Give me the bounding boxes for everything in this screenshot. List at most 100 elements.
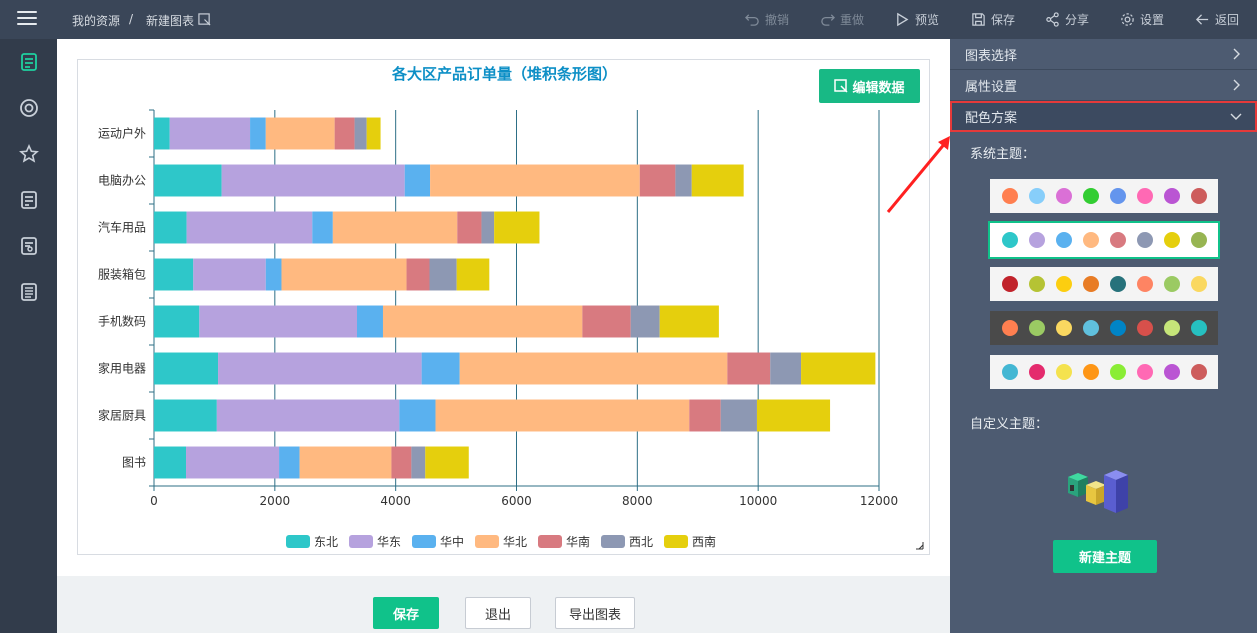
- system-themes-label: 系统主题：: [970, 147, 1036, 162]
- theme-option-2[interactable]: [988, 221, 1220, 259]
- back-button[interactable]: 返回: [1195, 11, 1239, 28]
- bar-segment: [216, 399, 400, 432]
- bar-segment: [169, 117, 251, 150]
- breadcrumb-root[interactable]: 我的资源: [72, 12, 120, 29]
- theme-color-swatch: [1109, 320, 1126, 336]
- settings-button[interactable]: 设置: [1120, 11, 1164, 28]
- legend-swatch: [412, 535, 436, 548]
- theme-option-5[interactable]: [990, 355, 1218, 389]
- bar-segment: [332, 211, 458, 244]
- legend-label: 东北: [314, 535, 338, 549]
- bar-segment: [357, 305, 383, 338]
- star-icon: [18, 144, 39, 163]
- left-sidebar: [0, 39, 57, 633]
- bar-segment: [218, 352, 422, 385]
- theme-color-swatch: [1190, 276, 1207, 292]
- sidebar-item-chart[interactable]: [0, 39, 57, 85]
- bar-segment: [406, 258, 430, 291]
- x-tick-label: 4000: [380, 494, 411, 508]
- share-button[interactable]: 分享: [1045, 11, 1089, 28]
- bar-segment: [659, 305, 719, 338]
- theme-color-swatch: [1001, 276, 1018, 292]
- bar-segment: [727, 352, 771, 385]
- legend-swatch: [538, 535, 562, 548]
- legend-label: 华中: [440, 534, 464, 549]
- save-button[interactable]: 保存: [373, 597, 439, 629]
- theme-color-swatch: [1082, 320, 1099, 336]
- bar-segment: [456, 258, 490, 291]
- bar-segment: [801, 352, 876, 385]
- sidebar-item-search-doc[interactable]: [0, 223, 57, 269]
- theme-color-swatch: [1028, 188, 1045, 204]
- sidebar-item-favorites[interactable]: [0, 131, 57, 177]
- right-panel: 图表选择 属性设置 配色方案 系统主题： 自定义主题： 新建主题: [950, 39, 1257, 633]
- share-label: 分享: [1065, 13, 1090, 27]
- preview-button[interactable]: 预览: [895, 11, 939, 28]
- save-icon: [972, 13, 985, 26]
- theme-color-swatch: [1001, 320, 1018, 336]
- bar-segment: [186, 211, 313, 244]
- section-color-scheme[interactable]: 配色方案: [950, 101, 1257, 132]
- x-tick-label: 2000: [260, 494, 291, 508]
- hamburger-menu-icon[interactable]: [17, 11, 37, 27]
- exit-button[interactable]: 退出: [465, 597, 531, 629]
- bar-segment: [354, 117, 367, 150]
- redo-icon: [821, 14, 835, 26]
- undo-label: 撤销: [765, 13, 790, 27]
- undo-icon: [745, 14, 759, 26]
- theme-color-swatch: [1163, 364, 1180, 380]
- export-chart-button[interactable]: 导出图表: [555, 597, 635, 629]
- section-chart-select[interactable]: 图表选择: [950, 39, 1257, 70]
- property-settings-label: 属性设置: [965, 79, 1018, 95]
- theme-color-swatch: [1055, 364, 1072, 380]
- bar-segment: [639, 164, 676, 197]
- bar-segment: [154, 399, 217, 432]
- bar-segment: [154, 446, 187, 479]
- bar-segment: [299, 446, 392, 479]
- theme-color-swatch: [1028, 364, 1045, 380]
- bar-segment: [366, 117, 381, 150]
- sidebar-item-target[interactable]: [0, 85, 57, 131]
- bar-segment: [250, 117, 266, 150]
- chart-container[interactable]: 各大区产品订单量（堆积条形图） 0 2000 4000 6000 8000 10000 120…: [77, 59, 930, 555]
- category-label: 运动户外: [98, 126, 146, 141]
- new-theme-button[interactable]: 新建主题: [1053, 540, 1157, 573]
- edit-data-button[interactable]: 编辑数据: [819, 69, 920, 103]
- bar-segment: [411, 446, 426, 479]
- theme-option-1[interactable]: [990, 179, 1218, 213]
- save-toolbar-button[interactable]: 保存: [971, 11, 1015, 28]
- stacked-bar-chart: 各大区产品订单量（堆积条形图） 0 2000 4000 6000 8000 10000 120…: [98, 65, 924, 550]
- sidebar-item-document[interactable]: [0, 177, 57, 223]
- x-tick-label: 12000: [860, 494, 898, 508]
- rename-icon[interactable]: [198, 13, 211, 26]
- category-label: 汽车用品: [98, 220, 146, 235]
- section-property-settings[interactable]: 属性设置: [950, 70, 1257, 101]
- category-label: 电脑办公: [98, 173, 146, 188]
- chart-title: 各大区产品订单量（堆积条形图）: [391, 65, 617, 83]
- theme-color-swatch: [1055, 320, 1072, 336]
- theme-color-swatch: [1028, 276, 1045, 292]
- bar-segment: [221, 164, 405, 197]
- bar-segment: [720, 399, 757, 432]
- bar-segment: [756, 399, 831, 432]
- bar-segment: [279, 446, 300, 479]
- bar-segment: [675, 164, 692, 197]
- bar-segment: [582, 305, 631, 338]
- undo-button[interactable]: 撤销: [745, 11, 789, 28]
- theme-option-3[interactable]: [990, 267, 1218, 301]
- edit-icon: [834, 79, 849, 93]
- document-search-icon: [20, 237, 37, 255]
- theme-color-swatch: [1082, 364, 1099, 380]
- bar-segment: [404, 164, 431, 197]
- theme-color-swatch: [1055, 188, 1072, 204]
- document-icon: [20, 191, 37, 209]
- theme-option-4[interactable]: [990, 311, 1218, 345]
- theme-color-swatch: [1163, 188, 1180, 204]
- sidebar-item-list-doc[interactable]: [0, 269, 57, 315]
- redo-label: 重做: [840, 13, 865, 27]
- redo-button[interactable]: 重做: [820, 11, 864, 28]
- bar-segment: [154, 211, 187, 244]
- legend-swatch: [601, 535, 625, 548]
- play-icon: [897, 12, 909, 27]
- chart-select-label: 图表选择: [965, 48, 1018, 64]
